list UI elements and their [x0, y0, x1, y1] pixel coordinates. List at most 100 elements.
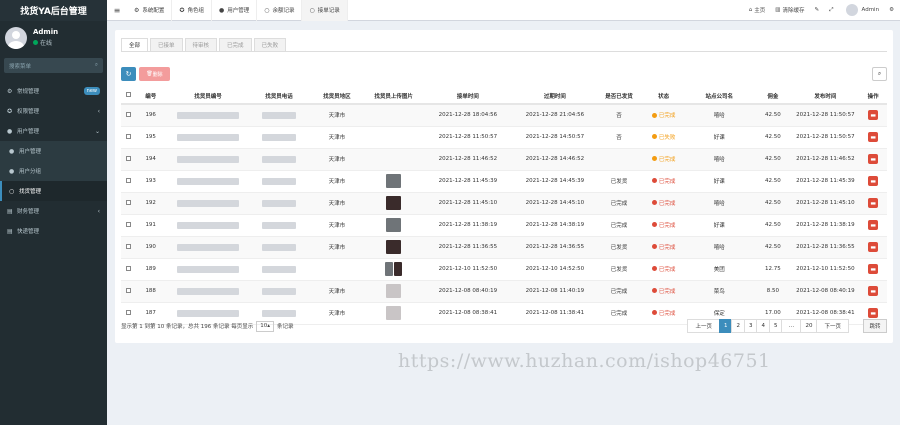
col-company[interactable]: 站点公司名 [684, 88, 755, 105]
cell-status: 已完成 [642, 192, 685, 215]
row-delete-button[interactable]: ▬ [868, 264, 879, 274]
table-row[interactable]: 193 天津市 2021-12-28 11:45:39 2021-12-28 14:4… [121, 170, 887, 193]
col-finder-id[interactable]: 找货员编号 [165, 88, 251, 105]
row-checkbox[interactable] [121, 192, 136, 215]
row-checkbox[interactable] [121, 170, 136, 193]
fullscreen-button[interactable]: ⤢ [829, 7, 833, 14]
next-page-button[interactable]: 下一页 [816, 319, 849, 333]
upload-thumbnail[interactable] [385, 262, 394, 276]
upload-thumbnail[interactable] [386, 218, 402, 232]
status-badge: 已完成 [651, 221, 675, 229]
col-expire-time[interactable]: 过期时间 [514, 88, 596, 105]
row-checkbox[interactable] [121, 214, 136, 237]
jump-page-button[interactable]: 跳转 [863, 319, 887, 333]
toolbar: ↻ 🗑 删除 ⌕ [121, 67, 887, 81]
select-all-checkbox[interactable] [121, 88, 136, 105]
filter-tab-accepted[interactable]: 已接单 [150, 38, 183, 52]
row-delete-button[interactable]: ▬ [868, 242, 879, 252]
menu-toggle-icon[interactable]: ≡ [107, 6, 127, 15]
sidebar-item-find-goods[interactable]: ○ 找货管理 [0, 181, 107, 201]
table-row[interactable]: 194 天津市 2021-12-28 11:46:52 2021-12-28 14:4… [121, 148, 887, 171]
row-checkbox[interactable] [121, 148, 136, 171]
col-commission[interactable]: 佣金 [754, 88, 792, 105]
row-delete-button[interactable]: ▬ [868, 308, 879, 318]
upload-thumbnail[interactable] [386, 196, 402, 210]
cell-shipped: 否 [595, 126, 643, 149]
settings-button[interactable]: ⚙ [889, 7, 894, 13]
filter-tab-failed[interactable]: 已失败 [253, 38, 287, 52]
cell-id: 191 [135, 214, 166, 237]
sidebar-item-user-group[interactable]: ● 用户分组 [0, 161, 107, 181]
page-button-3[interactable]: 3 [743, 319, 758, 333]
row-delete-button[interactable]: ▬ [868, 176, 879, 186]
row-delete-button[interactable]: ▬ [868, 154, 879, 164]
sidebar-item-express[interactable]: ▤ 快递管理 [0, 221, 107, 241]
table-row[interactable]: 190 天津市 2021-12-28 11:36:55 2021-12-28 14:3… [121, 236, 887, 259]
page-button-last[interactable]: 20 [800, 319, 818, 333]
search-toggle-button[interactable]: ⌕ [872, 67, 887, 81]
tab-order-record[interactable]: ○ 接单记录 [302, 0, 348, 21]
row-checkbox[interactable] [121, 258, 136, 281]
header-user-name[interactable]: Admin [862, 7, 880, 13]
table-row[interactable]: 196 天津市 2021-12-28 18:04:56 2021-12-28 21:0… [121, 104, 887, 127]
filter-tab-all[interactable]: 全部 [121, 38, 149, 52]
col-publish-time[interactable]: 发布时间 [791, 88, 860, 105]
prev-page-button[interactable]: 上一页 [687, 319, 720, 333]
table-row[interactable]: 192 天津市 2021-12-28 11:45:10 2021-12-28 14:4… [121, 192, 887, 215]
table-row[interactable]: 188 天津市 2021-12-08 08:40:19 2021-12-08 11:4… [121, 280, 887, 303]
row-delete-button[interactable]: ▬ [868, 110, 879, 121]
sidebar-item-user-manage[interactable]: ● 用户管理 [0, 141, 107, 161]
col-status[interactable]: 状态 [642, 88, 685, 105]
row-delete-button[interactable]: ▬ [868, 286, 879, 296]
filter-tab-pending[interactable]: 待审核 [184, 38, 218, 52]
cell-finder-id [165, 280, 251, 303]
col-upload-image[interactable]: 找货员上传图片 [366, 88, 422, 105]
page-button-1[interactable]: 1 [718, 319, 733, 333]
table-row[interactable]: 195 天津市 2021-12-28 11:50:57 2021-12-28 14:5… [121, 126, 887, 149]
row-delete-button[interactable]: ▬ [868, 132, 879, 142]
tools-button[interactable]: ✎ [815, 7, 820, 13]
row-checkbox[interactable] [121, 104, 136, 127]
row-delete-button[interactable]: ▬ [868, 198, 879, 208]
upload-thumbnail[interactable] [386, 240, 402, 254]
sidebar: 找货YA后台管理 Admin 在线 搜索菜单 ⌕ ⚙ 常规管理 new ✪ 权限… [0, 0, 107, 425]
cell-actions: ▬ [859, 192, 887, 215]
cell-shipped: 已完成 [595, 280, 643, 303]
row-checkbox[interactable] [121, 280, 136, 303]
row-checkbox[interactable] [121, 236, 136, 259]
col-finder-region[interactable]: 找货员地区 [307, 88, 367, 105]
col-order-time[interactable]: 接单时间 [421, 88, 515, 105]
sidebar-item-permissions[interactable]: ✪ 权限管理 ‹ [0, 101, 107, 121]
trash-icon: ▬ [870, 265, 876, 273]
page-button-4[interactable]: 4 [756, 319, 770, 333]
page-button-2[interactable]: 2 [731, 319, 745, 333]
upload-thumbnail[interactable] [386, 174, 402, 188]
upload-thumbnail[interactable] [394, 262, 403, 276]
upload-thumbnail[interactable] [386, 306, 402, 320]
upload-thumbnail[interactable] [386, 284, 402, 298]
sidebar-item-finance[interactable]: ▤ 财务管理 ‹ [0, 201, 107, 221]
filter-tab-completed[interactable]: 已完成 [219, 38, 252, 52]
refresh-button[interactable]: ↻ [121, 67, 136, 81]
sidebar-item-general[interactable]: ⚙ 常规管理 new [0, 81, 107, 101]
page-size-select[interactable]: 10 ▴ [256, 320, 275, 332]
cell-finder-phone [250, 192, 308, 215]
delete-button[interactable]: 🗑 删除 [139, 67, 170, 81]
header-avatar[interactable] [845, 4, 858, 16]
row-delete-button[interactable]: ▬ [868, 220, 879, 230]
col-id[interactable]: 编号 [135, 88, 166, 105]
col-shipped[interactable]: 是否已发货 [595, 88, 643, 105]
table-row[interactable]: 189 2021-12-10 11:52:50 2021-12-10 14:52:5… [121, 258, 887, 281]
page-button-5[interactable]: 5 [768, 319, 783, 333]
home-link[interactable]: ⌂ 主页 [749, 6, 766, 14]
clear-cache-button[interactable]: ▥ 清除缓存 [775, 6, 804, 14]
tab-role-group[interactable]: ✪ 角色组 [172, 0, 212, 21]
sidebar-search-input[interactable]: 搜索菜单 ⌕ [4, 58, 103, 73]
tab-user-manage[interactable]: ● 用户管理 [212, 0, 258, 21]
row-checkbox[interactable] [121, 126, 136, 149]
sidebar-item-users[interactable]: ● 用户管理 ⌄ [0, 121, 107, 141]
table-row[interactable]: 191 天津市 2021-12-28 11:38:19 2021-12-28 14:3… [121, 214, 887, 237]
tab-system-config[interactable]: ⚙ 系统配置 [127, 0, 173, 21]
tab-balance-record[interactable]: ○ 余额记录 [257, 0, 303, 21]
col-finder-phone[interactable]: 找货员电话 [250, 88, 308, 105]
